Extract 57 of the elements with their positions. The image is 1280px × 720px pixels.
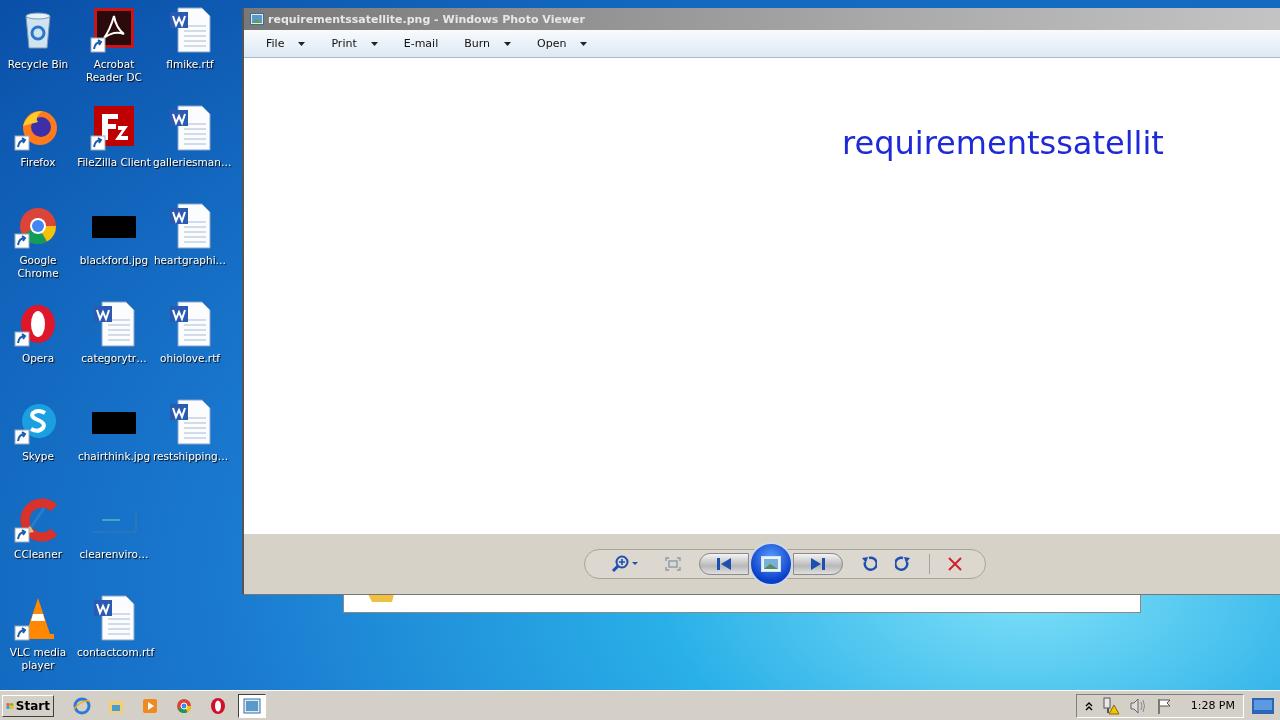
opera-icon: [209, 696, 227, 715]
start-button[interactable]: Start: [2, 694, 54, 717]
play-icon: [141, 696, 159, 715]
icon-label[interactable]: Skype: [1, 450, 75, 463]
icon-label[interactable]: blackford.jpg: [77, 254, 151, 267]
chrome-icon: [175, 696, 193, 715]
icon-label[interactable]: VLC media player: [1, 646, 75, 672]
icon-label[interactable]: ohiolove.rtf: [153, 352, 227, 365]
menu-item[interactable]: Print: [323, 35, 386, 52]
delete-button[interactable]: [948, 557, 962, 571]
previous-icon: [717, 558, 731, 570]
icon-label[interactable]: Opera: [1, 352, 75, 365]
icon-label[interactable]: restshipping…: [153, 450, 227, 463]
icon-label[interactable]: categorytr…: [77, 352, 151, 365]
caret-icon: [298, 41, 306, 46]
flag-icon[interactable]: [1155, 697, 1172, 714]
menu-item[interactable]: File: [258, 35, 314, 52]
rotate-left-button[interactable]: [861, 556, 877, 572]
icon-label[interactable]: clearenviro…: [77, 548, 151, 561]
show-desktop-icon[interactable]: [1252, 697, 1274, 714]
icon-label[interactable]: Google Chrome: [1, 254, 75, 280]
next-button[interactable]: [793, 553, 843, 575]
clock[interactable]: 1:28 PM: [1190, 699, 1235, 712]
rotate-right-button[interactable]: [895, 556, 911, 572]
menu-item[interactable]: E-mail: [395, 35, 447, 52]
slideshow-button[interactable]: [749, 542, 793, 586]
icon-label[interactable]: chairthink.jpg: [77, 450, 151, 463]
speaker-icon[interactable]: [1128, 697, 1147, 714]
taskbar-photo-viewer-button[interactable]: [238, 693, 266, 718]
previous-button[interactable]: [699, 553, 749, 575]
icon-label[interactable]: Firefox: [1, 156, 75, 169]
rotate-left-icon: [861, 556, 877, 572]
zoom-icon: [611, 555, 641, 573]
next-icon: [811, 558, 825, 570]
menu-item[interactable]: Open: [529, 35, 596, 52]
slideshow-icon: [761, 556, 781, 572]
image-text: requirementssatellit: [842, 124, 1164, 162]
photo-icon: [243, 696, 261, 715]
browser-icon: [73, 696, 91, 715]
menu-item[interactable]: Burn: [456, 35, 520, 52]
icon-label[interactable]: Recycle Bin: [1, 58, 75, 71]
fit-icon: [665, 557, 681, 571]
icon-label[interactable]: flmike.rtf: [153, 58, 227, 71]
network-warning-icon[interactable]: [1101, 696, 1120, 715]
zoom-button[interactable]: [611, 555, 641, 573]
window-title: requirementssatellite.png - Windows Photo Viewer: [268, 12, 585, 26]
icon-label[interactable]: FileZilla Client: [77, 156, 151, 169]
rotate-right-icon: [895, 556, 911, 572]
chevron-icon[interactable]: [1084, 700, 1093, 711]
icon-label[interactable]: heartgraphi…: [153, 254, 227, 267]
caret-icon: [370, 41, 378, 46]
photo-icon: [250, 13, 264, 25]
icon-label[interactable]: CCleaner: [1, 548, 75, 561]
close-icon: [948, 557, 962, 571]
caret-icon: [504, 41, 512, 46]
icon-label[interactable]: Acrobat Reader DC: [77, 58, 151, 84]
caret-icon: [580, 41, 588, 46]
